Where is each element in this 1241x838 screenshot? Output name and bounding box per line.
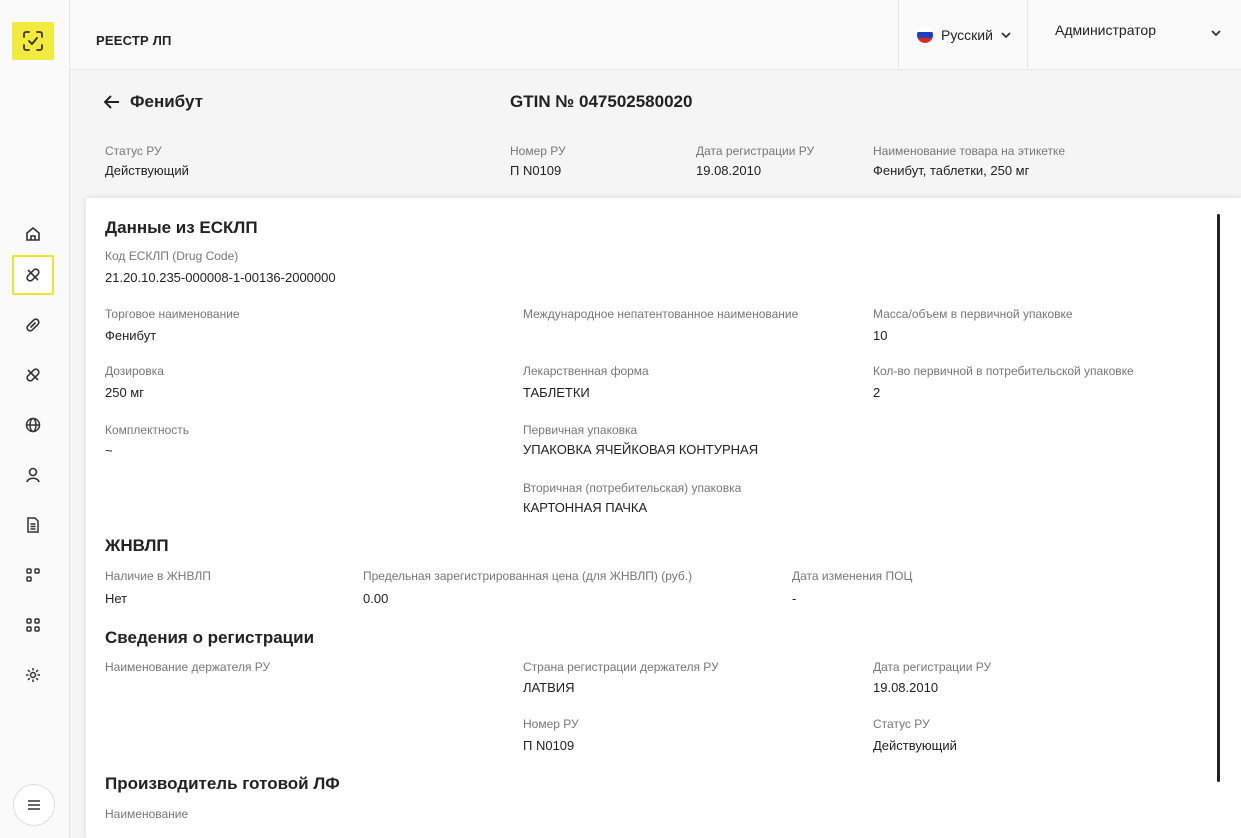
- field-value: УПАКОВКА ЯЧЕЙКОВАЯ КОНТУРНАЯ: [523, 442, 759, 457]
- app-logo[interactable]: [12, 22, 54, 60]
- field-label: Статус РУ: [873, 717, 930, 731]
- field-label: Комплектность: [105, 423, 190, 437]
- field-label: Торговое наименование: [105, 307, 240, 321]
- field-label: Страна регистрации держателя РУ: [523, 660, 719, 674]
- field-value: П N0109: [523, 738, 575, 753]
- field-label: Наименование: [105, 807, 189, 821]
- field-label: Предельная зарегистрированная цена (для …: [363, 569, 693, 583]
- ru-number-label: Номер РУ: [510, 144, 566, 158]
- language-label: Русский: [941, 27, 993, 43]
- field-label: Лекарственная форма: [523, 364, 649, 378]
- scrollbar[interactable]: [1217, 214, 1220, 782]
- field-label: Кол-во первичной в потребительской упако…: [873, 364, 1134, 378]
- section-title-registration: Сведения о регистрации: [105, 628, 315, 647]
- field-value: ~: [105, 443, 113, 458]
- field-value: 21.20.10.235-000008-1-00136-2000000: [105, 270, 336, 285]
- product-title: Фенибут: [130, 92, 203, 111]
- globe-icon[interactable]: [12, 405, 54, 445]
- field-value: Фенибут: [105, 328, 157, 343]
- settings-icon[interactable]: [12, 655, 54, 695]
- back-button[interactable]: Фенибут: [104, 92, 203, 112]
- field-label: Дата изменения ПОЦ: [792, 569, 913, 583]
- field-label: Наличие в ЖНВЛП: [105, 569, 211, 583]
- medicine-icon[interactable]: [12, 355, 54, 395]
- chevron-down-icon: [1001, 31, 1011, 38]
- reg-date-label: Дата регистрации РУ: [696, 144, 815, 158]
- field-label: Дозировка: [105, 364, 164, 378]
- section-title-zhnvlp: ЖНВЛП: [105, 536, 169, 555]
- label-name-label: Наименование товара на этикетке: [873, 144, 1066, 158]
- field-value: ЛАТВИЯ: [523, 680, 575, 695]
- home-icon[interactable]: [12, 214, 54, 254]
- field-value: 0.00: [363, 591, 389, 606]
- field-label: Код ЕСКЛП (Drug Code): [105, 249, 239, 263]
- field-label: Международное непатентованное наименован…: [523, 307, 799, 321]
- label-name-value: Фенибут, таблетки, 250 мг: [873, 163, 1030, 178]
- field-label: Номер РУ: [523, 717, 579, 731]
- section-title-esklp: Данные из ЕСКЛП: [105, 218, 258, 237]
- field-label: Дата регистрации РУ: [873, 660, 992, 674]
- field-value: Нет: [105, 591, 128, 606]
- russia-flag-icon: [917, 27, 933, 43]
- details-card[interactable]: Данные из ЕСКЛП Код ЕСКЛП (Drug Code) 21…: [86, 198, 1241, 838]
- grid-icon[interactable]: [12, 605, 54, 645]
- user-menu[interactable]: Администратор: [1028, 0, 1241, 70]
- chevron-down-icon: [1211, 30, 1221, 37]
- field-value: ТАБЛЕТКИ: [523, 385, 590, 400]
- app-title: РЕЕСТР ЛП: [96, 33, 172, 48]
- field-value: Действующий: [873, 738, 957, 753]
- top-bar: РЕЕСТР ЛП Русский Администратор: [70, 0, 1241, 70]
- capsule-icon[interactable]: [12, 305, 54, 345]
- field-label: Вторичная (потребительская) упаковка: [523, 481, 742, 495]
- user-name: Администратор: [1055, 22, 1157, 38]
- field-value: 250 мг: [105, 385, 144, 400]
- section-title-manufacturer: Производитель готовой ЛФ: [105, 774, 340, 793]
- field-value: -: [792, 591, 797, 606]
- pills-icon[interactable]: [12, 255, 54, 295]
- menu-toggle-button[interactable]: [13, 784, 55, 826]
- ru-number-value: П N0109: [510, 163, 562, 178]
- field-value: 19.08.2010: [873, 680, 939, 695]
- field-label: Наименование держателя РУ: [105, 660, 271, 674]
- document-icon[interactable]: [12, 505, 54, 545]
- status-value: Действующий: [105, 163, 189, 178]
- field-value: КАРТОННАЯ ПАЧКА: [523, 500, 648, 515]
- modules-icon[interactable]: [12, 555, 54, 595]
- arrow-left-icon: [104, 95, 119, 109]
- status-label: Статус РУ: [105, 144, 162, 158]
- field-label: Масса/объем в первичной упаковке: [873, 307, 1073, 321]
- side-rail: [0, 0, 70, 838]
- user-icon[interactable]: [12, 455, 54, 495]
- field-value: 10: [873, 328, 888, 343]
- hamburger-icon: [28, 800, 40, 810]
- logo-check-icon: [23, 31, 43, 51]
- field-label: Первичная упаковка: [523, 423, 638, 437]
- language-selector[interactable]: Русский: [898, 0, 1028, 70]
- reg-date-value: 19.08.2010: [696, 163, 762, 178]
- gtin-title: GTIN № 047502580020: [510, 92, 693, 111]
- field-value: 2: [873, 385, 881, 400]
- product-header: Фенибут GTIN № 047502580020 Статус РУ Де…: [70, 70, 1241, 198]
